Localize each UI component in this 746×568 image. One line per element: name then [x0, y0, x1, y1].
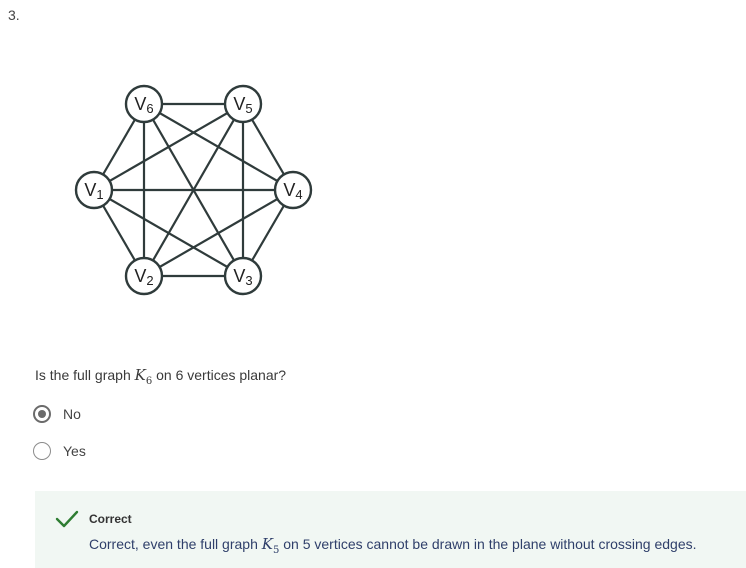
vertex-label-sub: 1: [96, 187, 103, 202]
option-no-label: No: [63, 406, 81, 422]
vertex-v6: V6: [124, 84, 164, 124]
feedback-prefix: Correct, even the full graph: [89, 536, 262, 552]
question-math: K6: [134, 366, 153, 387]
vertex-label-base: V: [283, 180, 295, 200]
vertex-v2: V2: [124, 256, 164, 296]
graph-edges: [93, 102, 294, 278]
radio-yes[interactable]: [33, 442, 51, 460]
feedback-math-base: K: [261, 535, 273, 553]
vertex-v4: V4: [273, 170, 313, 210]
question-math-base: K: [134, 366, 146, 384]
feedback-math: K5: [261, 535, 280, 556]
option-yes[interactable]: Yes: [33, 440, 86, 462]
vertex-v5: V5: [223, 84, 263, 124]
vertex-v3: V3: [223, 256, 263, 296]
vertex-label-base: V: [134, 266, 146, 286]
question-number: 3.: [8, 7, 20, 23]
checkmark-icon: [55, 510, 79, 528]
k6-graph-diagram: V1V2 V3V4V5V6: [74, 84, 313, 296]
feedback-title: Correct: [89, 512, 132, 526]
radio-no[interactable]: [33, 405, 51, 423]
option-yes-label: Yes: [63, 443, 86, 459]
question-suffix: on 6 vertices planar?: [152, 367, 287, 383]
vertex-label-base: V: [233, 94, 245, 114]
vertex-label-base: V: [233, 266, 245, 286]
vertex-label-sub: 2: [146, 273, 153, 288]
vertex-v1: V1: [74, 170, 114, 210]
vertex-label-base: V: [134, 94, 146, 114]
feedback-panel: Correct Correct, even the full graph K5 …: [35, 491, 746, 568]
vertex-label-sub: 5: [245, 101, 252, 116]
option-no[interactable]: No: [33, 403, 81, 425]
vertex-label-base: V: [84, 180, 96, 200]
vertex-label-sub: 4: [295, 187, 302, 202]
question-prefix: Is the full graph: [35, 367, 135, 383]
vertex-label-sub: 6: [146, 101, 153, 116]
vertex-label-sub: 3: [245, 273, 252, 288]
feedback-suffix: on 5 vertices cannot be drawn in the pla…: [279, 536, 697, 552]
question-text: Is the full graph K6 on 6 vertices plana…: [35, 366, 286, 387]
feedback-text: Correct, even the full graph K5 on 5 ver…: [89, 535, 697, 556]
